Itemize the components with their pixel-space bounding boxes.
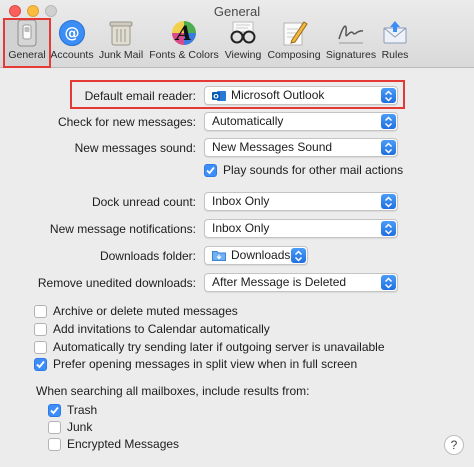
new-message-notifications-popup[interactable]: Inbox Only [204, 219, 398, 238]
help-button[interactable]: ? [444, 435, 464, 455]
toolbar-rules[interactable]: Rules [378, 18, 412, 66]
dock-unread-count-label: Dock unread count: [91, 195, 196, 209]
toolbar-junk-mail[interactable]: Junk Mail [96, 18, 146, 66]
folder-icon [212, 250, 226, 261]
send-later-checkbox[interactable]: Automatically try sending later if outgo… [34, 340, 385, 354]
checkmark-icon [34, 357, 47, 371]
check-new-messages-label: Check for new messages: [57, 115, 196, 129]
checkmark-icon [204, 163, 217, 177]
toolbar-accounts[interactable]: @ Accounts [50, 18, 94, 66]
chevron-updown-icon [381, 194, 396, 209]
pencil-paper-icon [279, 18, 309, 48]
archive-muted-checkbox[interactable]: Archive or delete muted messages [34, 304, 238, 318]
new-messages-sound-popup[interactable]: New Messages Sound [204, 138, 398, 157]
toolbar-viewing[interactable]: Viewing [222, 18, 264, 66]
remove-unedited-downloads-label: Remove unedited downloads: [37, 276, 196, 290]
chevron-updown-icon [291, 248, 306, 263]
toolbar-composing[interactable]: Composing [265, 18, 323, 66]
svg-text:A: A [174, 21, 192, 45]
title-bar: General General @ Accounts Junk Mail A F… [0, 0, 474, 68]
downloads-folder-popup[interactable]: Downloads [204, 246, 308, 265]
calendar-invitations-checkbox[interactable]: Add invitations to Calendar automaticall… [34, 322, 270, 336]
new-message-notifications-label: New message notifications: [49, 222, 196, 236]
general-highlight-box [3, 18, 51, 68]
toolbar-fonts-colors[interactable]: A Fonts & Colors [149, 18, 219, 66]
email-reader-highlight-box [70, 80, 405, 109]
rules-envelope-icon [380, 18, 410, 48]
chevron-updown-icon [381, 140, 396, 155]
play-sounds-checkbox[interactable]: Play sounds for other mail actions [204, 163, 403, 177]
split-view-checkbox[interactable]: Prefer opening messages in split view wh… [34, 357, 357, 371]
svg-text:@: @ [65, 24, 80, 42]
search-section-label: When searching all mailboxes, include re… [36, 384, 310, 398]
chevron-updown-icon [381, 114, 396, 129]
downloads-folder-label: Downloads folder: [99, 249, 196, 263]
new-messages-sound-label: New messages sound: [74, 141, 196, 155]
glasses-icon [228, 18, 258, 48]
trash-bin-icon [106, 18, 136, 48]
chevron-updown-icon [381, 221, 396, 236]
signature-icon [336, 18, 366, 48]
window-title: General [213, 4, 261, 19]
chevron-updown-icon [381, 275, 396, 290]
toolbar-signatures[interactable]: Signatures [324, 18, 378, 66]
mail-preferences-window: General General @ Accounts Junk Mail A F… [0, 0, 474, 467]
check-new-messages-popup[interactable]: Automatically [204, 112, 398, 131]
dock-unread-count-popup[interactable]: Inbox Only [204, 192, 398, 211]
remove-unedited-downloads-popup[interactable]: After Message is Deleted [204, 273, 398, 292]
fonts-colors-icon: A [169, 18, 199, 48]
search-junk-checkbox[interactable]: Junk [48, 420, 92, 434]
search-encrypted-checkbox[interactable]: Encrypted Messages [48, 437, 179, 451]
checkmark-icon [48, 403, 61, 417]
search-trash-checkbox[interactable]: Trash [48, 403, 97, 417]
at-icon: @ [57, 18, 87, 48]
